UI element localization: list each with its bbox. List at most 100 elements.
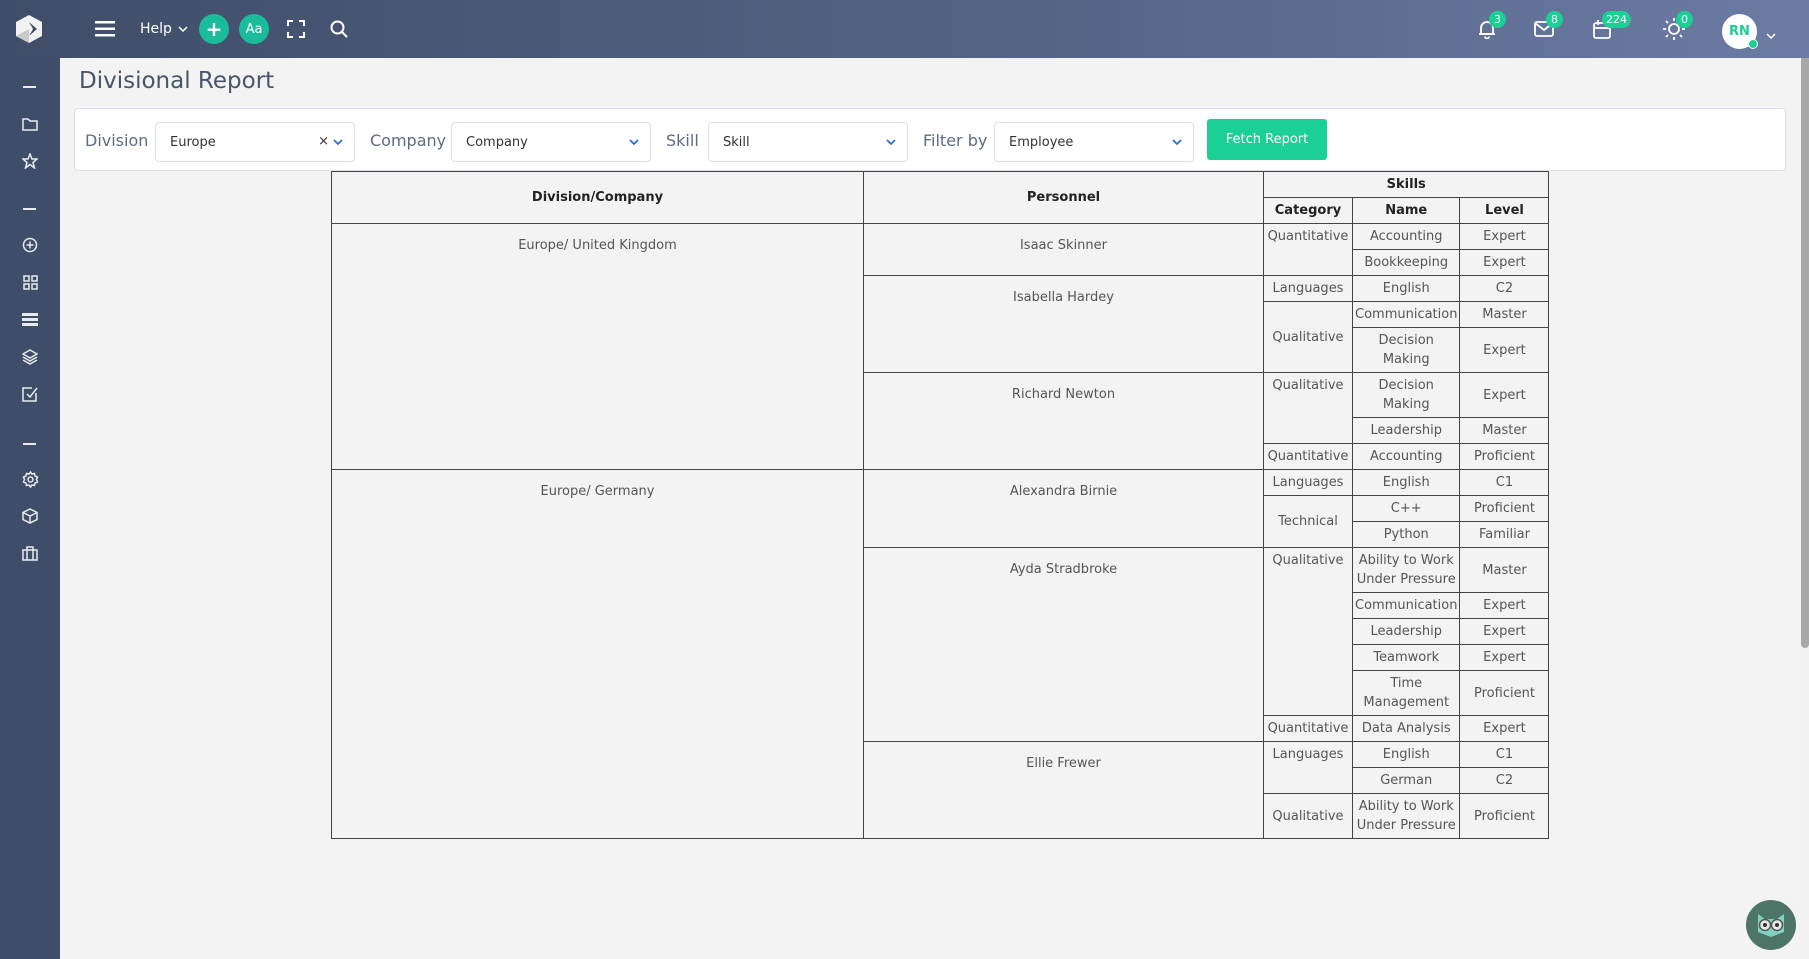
skill-level-cell: Master xyxy=(1459,547,1550,593)
scrollbar-thumb[interactable] xyxy=(1801,58,1809,648)
sidebar-divider xyxy=(23,443,36,445)
division-select[interactable]: Europe × xyxy=(155,122,355,162)
fullscreen-icon[interactable] xyxy=(281,14,311,44)
skill-category-cell: Quantitative xyxy=(1263,223,1353,276)
checkbox-icon[interactable] xyxy=(18,382,42,406)
theme-count-badge: 0 xyxy=(1676,11,1693,28)
add-button[interactable]: + xyxy=(199,14,229,44)
skill-name-cell: English xyxy=(1351,275,1461,302)
skill-name-cell: Communication xyxy=(1351,301,1461,328)
skill-select[interactable]: Skill xyxy=(708,122,908,162)
calendar-button[interactable]: 224 xyxy=(1587,11,1631,44)
personnel-cell: Ellie Frewer xyxy=(863,741,1264,839)
skill-level-cell: C2 xyxy=(1459,767,1550,794)
skill-category-cell: Technical xyxy=(1263,495,1353,548)
skill-level-cell: Expert xyxy=(1459,249,1550,276)
personnel-cell: Isaac Skinner xyxy=(863,223,1264,276)
notifications-button[interactable]: 3 xyxy=(1472,11,1506,44)
message-count-badge: 8 xyxy=(1546,11,1563,28)
skill-level-cell: Proficient xyxy=(1459,670,1550,716)
skill-category-cell: Languages xyxy=(1263,275,1353,302)
personnel-cell: Ayda Stradbroke xyxy=(863,547,1264,742)
skill-level-cell: Proficient xyxy=(1459,443,1550,470)
top-navigation-bar: Help + Aa 3 8 224 0 RN xyxy=(0,0,1809,58)
skill-level-cell: Expert xyxy=(1459,592,1550,619)
hamburger-menu-icon[interactable] xyxy=(93,14,117,44)
skill-level-cell: Familiar xyxy=(1459,521,1550,548)
list-icon[interactable] xyxy=(18,308,42,332)
skill-level-cell: Proficient xyxy=(1459,793,1550,839)
fetch-report-button[interactable]: Fetch Report xyxy=(1207,119,1327,160)
notification-count-badge: 3 xyxy=(1489,11,1506,28)
filter-by-label: Filter by xyxy=(923,131,988,150)
skill-name-cell: Communication xyxy=(1351,592,1461,619)
skill-label: Skill xyxy=(666,131,699,150)
calendar-count-badge: 224 xyxy=(1602,11,1631,28)
star-icon[interactable] xyxy=(18,149,42,173)
filter-by-select[interactable]: Employee xyxy=(994,122,1194,162)
clear-icon[interactable]: × xyxy=(318,134,329,149)
sidebar xyxy=(0,58,60,959)
filter-by-value: Employee xyxy=(1009,134,1074,150)
skill-level-cell: C1 xyxy=(1459,469,1550,496)
chevron-down-icon xyxy=(886,139,896,146)
skill-name-cell: German xyxy=(1351,767,1461,794)
skill-category-cell: Qualitative xyxy=(1263,547,1353,716)
plus-circle-icon[interactable] xyxy=(18,233,42,257)
company-select[interactable]: Company xyxy=(451,122,651,162)
font-size-button[interactable]: Aa xyxy=(239,14,269,44)
header-category: Category xyxy=(1263,197,1353,224)
help-dropdown[interactable]: Help xyxy=(140,14,188,44)
division-label: Division xyxy=(85,131,149,150)
skill-category-cell: Qualitative xyxy=(1263,793,1353,839)
skill-level-cell: Expert xyxy=(1459,327,1550,373)
sidebar-divider xyxy=(23,208,36,210)
table-row: Europe/ United Kingdom Isaac Skinner Quant… xyxy=(331,223,1550,470)
skill-name-cell: English xyxy=(1351,741,1461,768)
page-scrollbar[interactable] xyxy=(1801,58,1809,959)
divisional-report-table: Division/Company Personnel Skills Catego… xyxy=(331,171,1550,839)
briefcase-icon[interactable] xyxy=(18,541,42,565)
filter-bar: Division Europe × Company Company Skill … xyxy=(74,108,1786,171)
skill-value: Skill xyxy=(723,134,750,150)
plus-icon: + xyxy=(205,17,223,41)
division-company-cell: Europe/ Germany xyxy=(331,469,864,839)
user-avatar[interactable]: RN xyxy=(1722,14,1758,49)
division-value: Europe xyxy=(170,134,216,150)
skill-name-cell: Accounting xyxy=(1351,443,1461,470)
table-row: Europe/ Germany Alexandra Birnie Languages… xyxy=(331,469,1550,839)
user-menu-chevron-icon[interactable] xyxy=(1766,24,1776,43)
division-company-cell: Europe/ United Kingdom xyxy=(331,223,864,470)
owl-bot-icon xyxy=(1758,914,1784,937)
skill-level-cell: Master xyxy=(1459,301,1550,328)
company-value: Company xyxy=(466,134,528,150)
skill-level-cell: Master xyxy=(1459,417,1550,444)
chat-assistant-button[interactable] xyxy=(1746,900,1796,950)
skill-name-cell: Leadership xyxy=(1351,618,1461,645)
search-icon[interactable] xyxy=(324,14,354,44)
app-logo-icon[interactable] xyxy=(15,14,43,44)
layers-icon[interactable] xyxy=(18,345,42,369)
gear-icon[interactable] xyxy=(18,467,42,491)
messages-button[interactable]: 8 xyxy=(1529,11,1563,44)
skill-category-cell: Qualitative xyxy=(1263,301,1353,373)
theme-toggle-button[interactable]: 0 xyxy=(1659,11,1693,44)
cube-icon[interactable] xyxy=(18,504,42,528)
skill-name-cell: C++ xyxy=(1351,495,1461,522)
report-body: Europe/ United Kingdom Isaac Skinner Quant… xyxy=(331,223,1550,839)
chevron-down-icon xyxy=(333,139,343,146)
skill-name-cell: Decision Making xyxy=(1351,372,1461,418)
company-label: Company xyxy=(370,131,447,150)
folder-icon[interactable] xyxy=(18,112,42,136)
personnel-cell: Alexandra Birnie xyxy=(863,469,1264,548)
chevron-down-icon xyxy=(178,26,188,32)
grid-icon[interactable] xyxy=(18,270,42,294)
skill-level-cell: Expert xyxy=(1459,618,1550,645)
online-status-dot xyxy=(1748,39,1758,49)
skill-level-cell: Expert xyxy=(1459,715,1550,742)
skill-category-cell: Quantitative xyxy=(1263,443,1353,470)
skill-level-cell: C2 xyxy=(1459,275,1550,302)
chevron-down-icon xyxy=(1172,139,1182,146)
skill-name-cell: Leadership xyxy=(1351,417,1461,444)
help-label: Help xyxy=(140,21,172,37)
